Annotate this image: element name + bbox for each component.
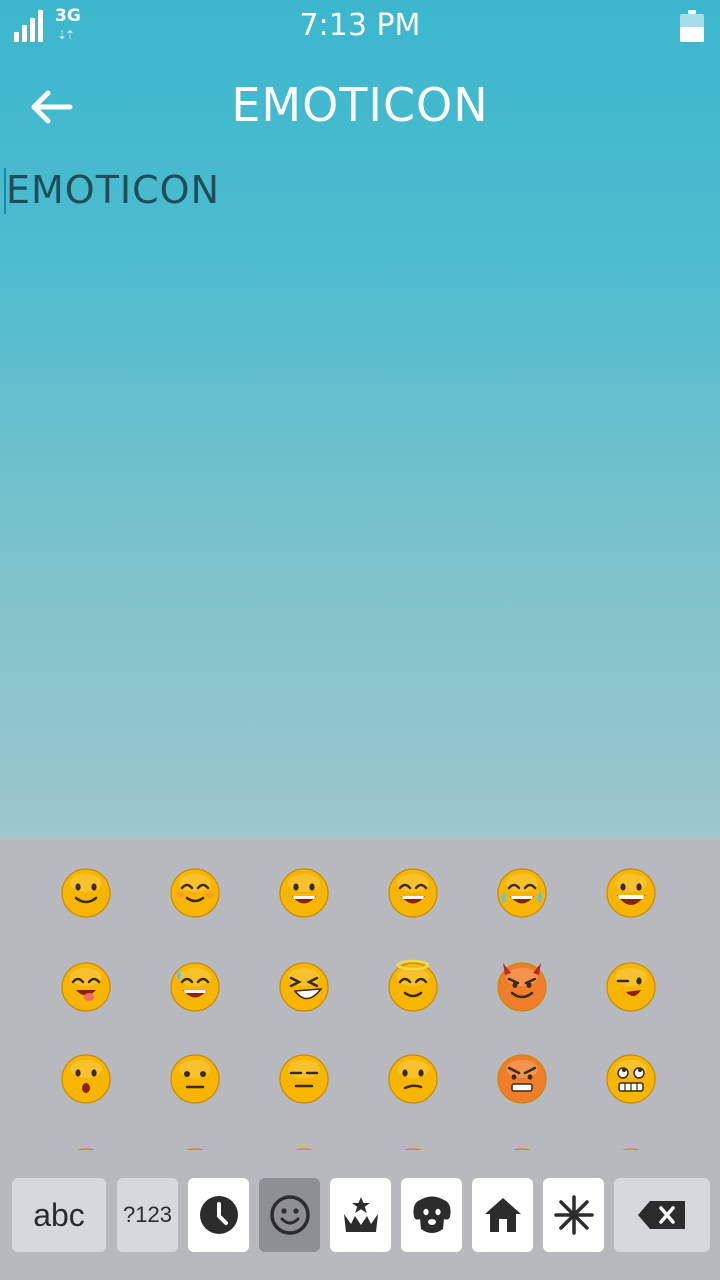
delete-key[interactable]: [614, 1178, 710, 1252]
category-smileys-tab[interactable]: [259, 1178, 320, 1252]
house-icon: [484, 1198, 521, 1232]
app-bar: EMOTICON: [0, 56, 720, 160]
emoji-surprised[interactable]: [59, 1051, 113, 1105]
symbols-key[interactable]: ?123: [117, 1178, 178, 1252]
category-objects-tab[interactable]: [543, 1178, 604, 1252]
emoji-wink[interactable]: [604, 959, 658, 1013]
abc-key-label: abc: [33, 1196, 85, 1233]
abc-key[interactable]: abc: [12, 1178, 106, 1252]
emoji-row4-partial[interactable]: [386, 1145, 440, 1150]
keyboard-bottom-bar: abc ?123: [0, 1178, 720, 1252]
emoji-smile[interactable]: [59, 865, 113, 919]
emoji-row4-partial[interactable]: [604, 1145, 658, 1150]
emoji-neutral[interactable]: [168, 1051, 222, 1105]
asterisk-icon: [553, 1195, 594, 1235]
status-time: 7:13 PM: [299, 8, 421, 43]
emoji-blush[interactable]: [168, 865, 222, 919]
category-animals-tab[interactable]: [401, 1178, 462, 1252]
symbols-key-label: ?123: [123, 1202, 172, 1227]
emoji-big-grin[interactable]: [604, 865, 658, 919]
emoji-row4-partial[interactable]: [168, 1145, 222, 1150]
battery-icon: [680, 10, 704, 42]
emoji-grin[interactable]: [277, 865, 331, 919]
page-title: EMOTICON: [231, 78, 489, 132]
backspace-icon: [638, 1201, 685, 1229]
crown-icon: [343, 1197, 378, 1232]
emoji-keyboard: abc ?123: [0, 838, 720, 1280]
text-editor[interactable]: EMOTICON: [0, 160, 720, 838]
emoji-row4-partial[interactable]: [495, 1145, 549, 1150]
smiley-icon: [269, 1195, 310, 1235]
emoji-joy-tears[interactable]: [495, 865, 549, 919]
emoji-row4-partial[interactable]: [277, 1145, 331, 1150]
emoji-laugh[interactable]: [386, 865, 440, 919]
editor-text: EMOTICON: [6, 168, 220, 212]
category-recent-tab[interactable]: [188, 1178, 249, 1252]
category-places-tab[interactable]: [472, 1178, 533, 1252]
emoji-angel[interactable]: [386, 959, 440, 1013]
emoji-angry[interactable]: [495, 1051, 549, 1105]
dog-icon: [413, 1196, 450, 1233]
category-symbols-tab[interactable]: [330, 1178, 391, 1252]
emoji-tongue[interactable]: [59, 959, 113, 1013]
status-bar: 3G ⇣⇡ 7:13 PM: [0, 0, 720, 56]
emoji-sweat-grin[interactable]: [168, 959, 222, 1013]
emoji-laughing-squint[interactable]: [277, 959, 331, 1013]
emoji-grid: [0, 838, 720, 1150]
emoji-row4-partial[interactable]: [59, 1145, 113, 1150]
emoji-devil[interactable]: [495, 959, 549, 1013]
emoji-grimace-roll[interactable]: [604, 1051, 658, 1105]
emoji-confused[interactable]: [386, 1051, 440, 1105]
emoji-expressionless[interactable]: [277, 1051, 331, 1105]
clock-icon: [199, 1196, 238, 1234]
